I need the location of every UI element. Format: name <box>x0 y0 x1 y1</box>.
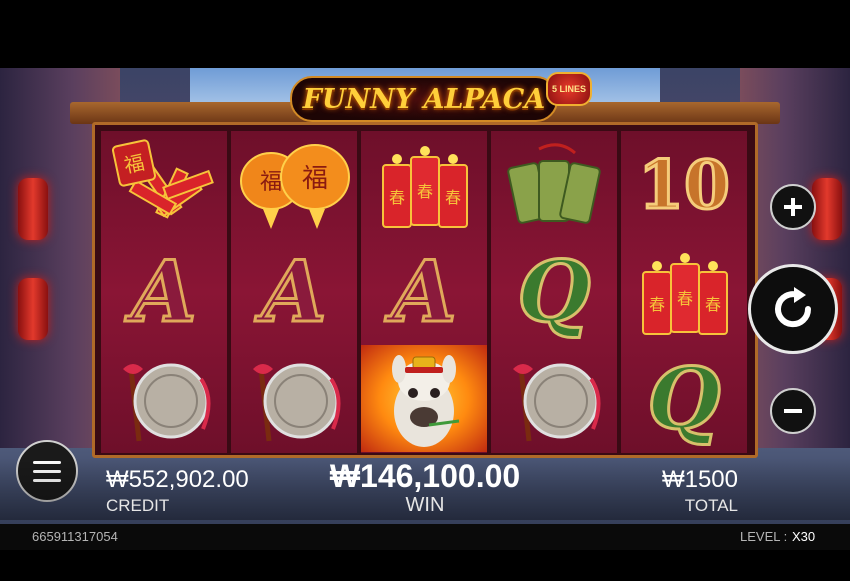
symbol-10: 10 <box>621 131 747 238</box>
symbol-gong <box>101 345 227 452</box>
lines-badge-label: 5 LINES <box>551 84 586 94</box>
symbol-a: A <box>231 238 357 345</box>
symbol-q-label: Q <box>516 241 592 341</box>
reel-5: 10 春 春 春 Q <box>621 131 747 453</box>
svg-text:福: 福 <box>302 164 328 194</box>
game-logo: FUNNY ALPACA <box>290 76 558 122</box>
symbol-q: Q <box>491 238 617 345</box>
svg-text:福: 福 <box>260 170 282 195</box>
symbol-jade-plaques <box>491 131 617 238</box>
reel-3: 春 春 春 A <box>361 131 487 453</box>
lantern-decoration <box>18 178 48 240</box>
top-letterbox <box>0 0 850 68</box>
win-value: ₩146,100.00 <box>329 458 521 494</box>
minus-icon <box>784 409 802 413</box>
level-label: LEVEL : <box>740 529 788 544</box>
symbol-a-label: A <box>260 241 328 341</box>
bet-plus-button[interactable] <box>770 184 816 230</box>
credit-label: CREDIT <box>106 496 170 515</box>
refresh-icon <box>775 287 812 328</box>
reel-2: 福 福 A <box>231 131 357 453</box>
footer-bar <box>0 524 850 550</box>
bet-minus-button[interactable] <box>770 388 816 434</box>
spin-button[interactable] <box>748 264 838 354</box>
svg-text:春: 春 <box>389 188 405 207</box>
svg-text:春: 春 <box>677 289 693 308</box>
total-bet-label: TOTAL <box>684 496 738 515</box>
symbol-q-label: Q <box>646 348 722 448</box>
firecrackers-icon: 春 春 春 <box>382 145 468 228</box>
credit-value: ₩552,902.00 <box>106 466 249 493</box>
svg-text:春: 春 <box>705 295 721 314</box>
reel-4: Q <box>491 131 617 453</box>
symbol-q: Q <box>621 345 747 452</box>
total-bet-value[interactable]: ₩1500 <box>600 466 738 494</box>
symbol-10-label: 10 <box>637 144 732 225</box>
lines-badge: 5 LINES <box>546 72 592 106</box>
symbol-a: A <box>361 238 487 345</box>
symbol-firecracker-bundle: 福 <box>101 131 227 238</box>
lantern-decoration <box>812 178 842 240</box>
reel-1: 福 A <box>101 131 227 453</box>
alpaca-icon <box>392 354 460 447</box>
firecrackers-icon: 春 春 春 <box>642 252 728 335</box>
lucky-lanterns-icon: 福 福 <box>240 143 350 229</box>
firecracker-bundle-icon: 福 <box>111 138 214 219</box>
level-value: X30 <box>792 529 816 544</box>
symbol-a: A <box>101 238 227 345</box>
svg-text:春: 春 <box>445 188 461 207</box>
win-label: WIN <box>405 494 445 516</box>
symbol-gong <box>491 345 617 452</box>
plus-icon <box>784 198 802 216</box>
symbol-a-label: A <box>130 241 198 341</box>
symbol-alpaca-wild <box>361 345 487 452</box>
symbol-gong <box>231 345 357 452</box>
symbol-a-label: A <box>390 241 458 341</box>
bottom-letterbox <box>0 550 850 581</box>
gong-icon <box>123 363 211 441</box>
symbol-lucky-lanterns: 福 福 <box>231 131 357 238</box>
game-title: FUNNY ALPACA <box>302 83 546 115</box>
reels-frame: 福 A 福 福 A 春 春 春 A Q 10 春 春 春 Q <box>92 122 758 458</box>
symbol-firecrackers-chun: 春 春 春 <box>621 238 747 345</box>
gong-icon <box>513 363 601 441</box>
gong-icon <box>253 363 341 441</box>
session-id: 665911317054 <box>32 529 118 544</box>
svg-text:春: 春 <box>649 295 665 314</box>
lantern-decoration <box>18 278 48 340</box>
jade-plaques-icon <box>507 142 601 224</box>
svg-text:春: 春 <box>417 182 433 201</box>
symbol-firecrackers-chun: 春 春 春 <box>361 131 487 238</box>
